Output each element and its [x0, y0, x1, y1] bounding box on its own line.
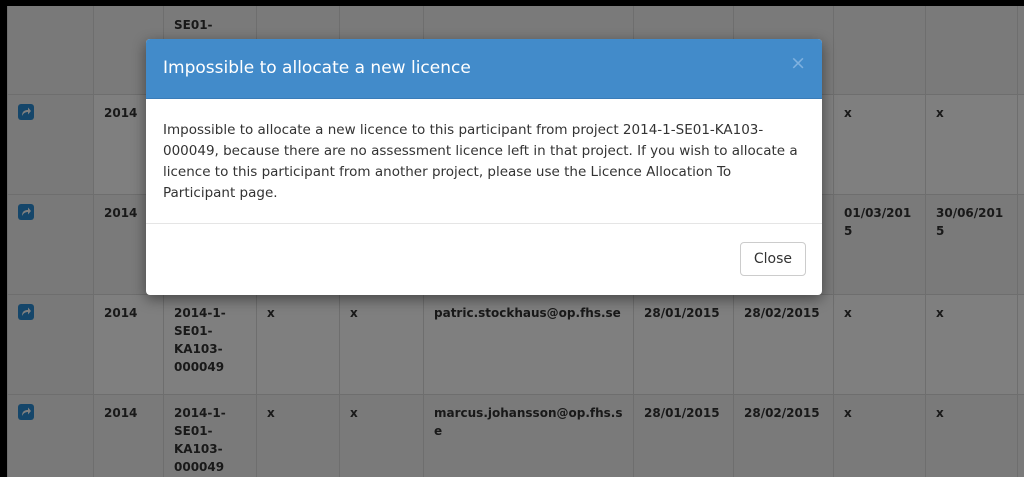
licence-error-dialog: Impossible to allocate a new licence × I…: [146, 39, 822, 295]
dialog-message: Impossible to allocate a new licence to …: [146, 99, 822, 224]
dialog-title: Impossible to allocate a new licence: [163, 58, 471, 78]
dialog-header: Impossible to allocate a new licence ×: [146, 39, 822, 99]
modal-backdrop[interactable]: Impossible to allocate a new licence × I…: [0, 0, 1024, 477]
close-button[interactable]: Close: [739, 242, 806, 276]
close-icon[interactable]: ×: [790, 53, 806, 73]
dialog-footer: Close: [146, 224, 822, 295]
